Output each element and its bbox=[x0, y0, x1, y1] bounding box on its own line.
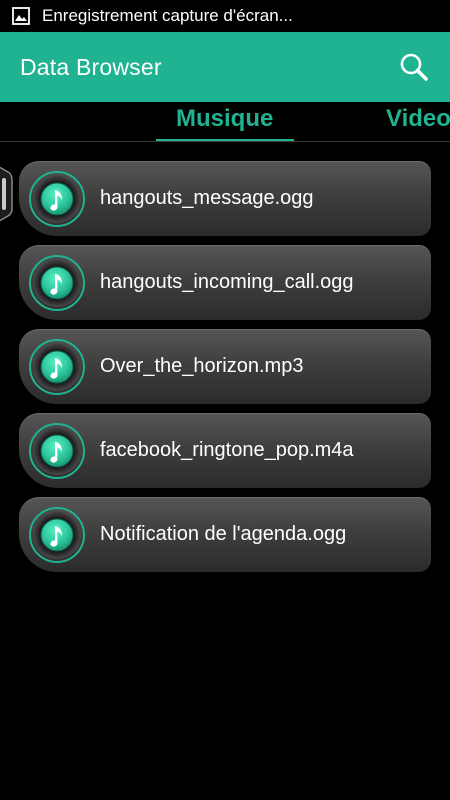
file-name: Notification de l'agenda.ogg bbox=[100, 523, 347, 545]
file-name: hangouts_incoming_call.ogg bbox=[100, 271, 354, 293]
tabs-divider bbox=[0, 141, 450, 142]
list-item[interactable]: hangouts_incoming_call.ogg bbox=[19, 245, 431, 320]
file-name: facebook_ringtone_pop.m4a bbox=[100, 439, 354, 461]
app-bar: Data Browser bbox=[0, 32, 450, 102]
tab-video[interactable]: Video bbox=[386, 105, 450, 133]
search-icon bbox=[400, 53, 428, 81]
list-item[interactable]: Notification de l'agenda.ogg bbox=[19, 497, 431, 572]
music-note-icon bbox=[29, 339, 85, 395]
status-bar: Enregistrement capture d'écran... bbox=[0, 0, 450, 32]
music-note-icon bbox=[29, 423, 85, 479]
music-note-icon bbox=[29, 171, 85, 227]
image-icon bbox=[12, 7, 30, 25]
drawer-handle[interactable] bbox=[0, 160, 16, 228]
list-item[interactable]: hangouts_message.ogg bbox=[19, 161, 431, 236]
list-item[interactable]: Over_the_horizon.mp3 bbox=[19, 329, 431, 404]
file-name: hangouts_message.ogg bbox=[100, 187, 314, 209]
search-button[interactable] bbox=[396, 49, 432, 85]
list-item[interactable]: facebook_ringtone_pop.m4a bbox=[19, 413, 431, 488]
status-notification-text: Enregistrement capture d'écran... bbox=[42, 6, 293, 25]
app-title: Data Browser bbox=[20, 53, 162, 80]
tab-musique[interactable]: Musique bbox=[176, 105, 273, 133]
file-name: Over_the_horizon.mp3 bbox=[100, 355, 304, 377]
music-note-icon bbox=[29, 507, 85, 563]
music-note-icon bbox=[29, 255, 85, 311]
tab-bar: Musique Video bbox=[0, 102, 450, 142]
